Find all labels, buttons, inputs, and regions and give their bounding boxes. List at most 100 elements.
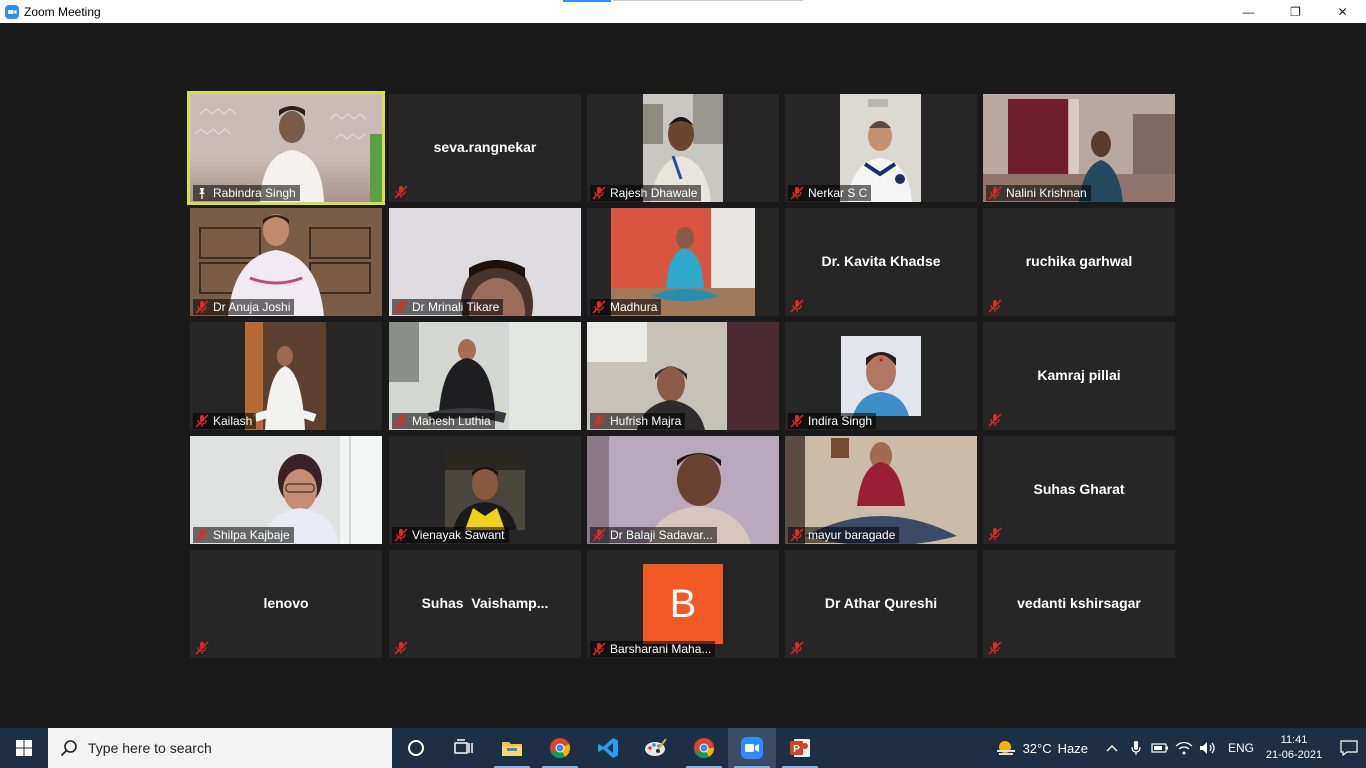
muted-mic-icon [592, 528, 606, 542]
muted-mic-icon [790, 414, 804, 428]
participant-display-name: lenovo [263, 595, 309, 611]
battery-button[interactable] [1148, 728, 1172, 768]
muted-mic-icon [790, 186, 804, 200]
participant-tile[interactable]: Dr Athar Qureshi [785, 550, 977, 658]
muted-mic-icon [195, 528, 209, 542]
window-controls: — ❐ ✕ [1225, 0, 1366, 23]
participant-tile[interactable]: Kamraj pillai [983, 322, 1175, 430]
participant-tile[interactable]: Dr Mrinali Tikare [389, 208, 581, 316]
paint-icon [645, 738, 667, 756]
taskbar-search-box[interactable]: Type here to search [48, 728, 392, 768]
participant-name: Mahesh Luthia [412, 414, 491, 428]
participant-tile[interactable]: Rabindra Singh [187, 91, 385, 205]
participant-name: Hufrish Majra [610, 414, 682, 428]
close-button[interactable]: ✕ [1319, 0, 1366, 23]
taskbar-app-powerpoint[interactable]: P [776, 728, 824, 768]
participant-display-name: seva.rangnekar [433, 139, 537, 155]
participant-name: Dr Anuja Joshi [213, 300, 291, 314]
participant-name: Vienayak Sawant [412, 528, 505, 542]
taskbar-app-paint[interactable] [632, 728, 680, 768]
muted-mic-icon [988, 527, 1002, 541]
participant-tile[interactable]: Nalini Krishnan [983, 94, 1175, 202]
taskbar-app-vscode[interactable] [584, 728, 632, 768]
muted-mic-icon [394, 414, 408, 428]
participant-tile[interactable]: lenovo [190, 550, 382, 658]
muted-mic-icon [988, 299, 1002, 313]
participant-tile[interactable]: B Barsharani Maha... [587, 550, 779, 658]
participant-tile[interactable]: seva.rangnekar [389, 94, 581, 202]
participant-tile[interactable]: Suhas Gharat [983, 436, 1175, 544]
weather-condition: Haze [1057, 740, 1088, 756]
task-view-icon [454, 739, 473, 754]
taskbar-app-chrome[interactable] [536, 728, 584, 768]
chevron-up-icon [1106, 745, 1118, 752]
clock[interactable]: 11:41 21-06-2021 [1262, 733, 1326, 763]
sun-haze-icon [996, 741, 1015, 755]
participant-tile[interactable]: Dr. Kavita Khadse [785, 208, 977, 316]
participant-name-label: Nalini Krishnan [986, 185, 1091, 201]
participant-tile[interactable]: Nerkar S C [785, 94, 977, 202]
participant-tile[interactable]: Mahesh Luthia [389, 322, 581, 430]
participant-name-label: Dr Balaji Sadavar... [590, 527, 717, 543]
participant-name-label: Vienayak Sawant [392, 527, 509, 543]
participant-name: Indira Singh [808, 414, 873, 428]
muted-mic-icon [988, 413, 1002, 427]
participant-tile[interactable]: Indira Singh [785, 322, 977, 430]
taskbar-app-chrome-2[interactable] [680, 728, 728, 768]
participant-display-name: Suhas Gharat [1033, 481, 1125, 497]
show-hidden-icons-button[interactable] [1100, 728, 1124, 768]
taskbar: Type here to search P 32°C Haze ENG 11:4… [0, 728, 1366, 768]
powerpoint-icon: P [790, 739, 810, 757]
participant-name-label: Nerkar S C [788, 185, 872, 201]
task-view-button[interactable] [440, 728, 488, 768]
participant-name-label: Indira Singh [788, 413, 877, 429]
battery-icon [1151, 743, 1168, 753]
taskbar-app-zoom[interactable] [728, 728, 776, 768]
muted-mic-icon [592, 186, 606, 200]
participant-tile[interactable]: Hufrish Majra [587, 322, 779, 430]
participant-tile[interactable]: Dr Anuja Joshi [190, 208, 382, 316]
participant-tile[interactable]: mayur baragade [785, 436, 977, 544]
participant-tile[interactable]: Dr Balaji Sadavar... [587, 436, 779, 544]
participant-name: Shilpa Kajbaje [213, 528, 290, 542]
avatar: B [643, 564, 723, 644]
participant-tile[interactable]: Suhas Vaishamp... [389, 550, 581, 658]
muted-mic-icon [394, 300, 408, 314]
participant-name: Nalini Krishnan [1006, 186, 1087, 200]
participant-tile[interactable]: Shilpa Kajbaje [190, 436, 382, 544]
participant-tile[interactable]: Madhura [587, 208, 779, 316]
volume-button[interactable] [1196, 728, 1220, 768]
gallery-view: Rabindra Singh seva.rangnekar Rajesh Dha… [0, 23, 1366, 728]
zoom-app-icon [5, 4, 19, 19]
participant-tile[interactable]: Vienayak Sawant [389, 436, 581, 544]
participant-tile[interactable]: ruchika garhwal [983, 208, 1175, 316]
muted-mic-icon [195, 300, 209, 314]
muted-mic-icon [592, 300, 606, 314]
microphone-tray-button[interactable] [1124, 728, 1148, 768]
participant-name: Kailash [213, 414, 253, 428]
participant-tile[interactable]: Rajesh Dhawale [587, 94, 779, 202]
restore-button[interactable]: ❐ [1272, 0, 1319, 23]
muted-mic-icon [988, 186, 1002, 200]
participant-name-label: mayur baragade [788, 527, 900, 543]
weather-widget[interactable]: 32°C Haze [995, 738, 1088, 758]
notification-center-button[interactable] [1332, 728, 1366, 768]
taskbar-app-file-explorer[interactable] [488, 728, 536, 768]
participant-tile[interactable]: Kailash [190, 322, 382, 430]
zoom-icon [741, 737, 763, 759]
participant-tile[interactable]: vedanti kshirsagar [983, 550, 1175, 658]
windows-icon [16, 740, 32, 756]
participant-display-name: vedanti kshirsagar [1017, 595, 1141, 611]
notification-icon [1340, 740, 1358, 756]
minimize-button[interactable]: — [1225, 0, 1272, 23]
muted-mic-icon [394, 528, 408, 542]
network-button[interactable] [1172, 728, 1196, 768]
participant-video [841, 336, 921, 416]
start-button[interactable] [0, 728, 48, 768]
participant-name-label: Rabindra Singh [193, 185, 300, 201]
task-view-button[interactable] [392, 728, 440, 768]
participant-name-label: Kailash [193, 413, 257, 429]
input-language[interactable]: ENG [1228, 741, 1254, 755]
participant-video [445, 450, 525, 530]
title-accent [563, 0, 611, 2]
